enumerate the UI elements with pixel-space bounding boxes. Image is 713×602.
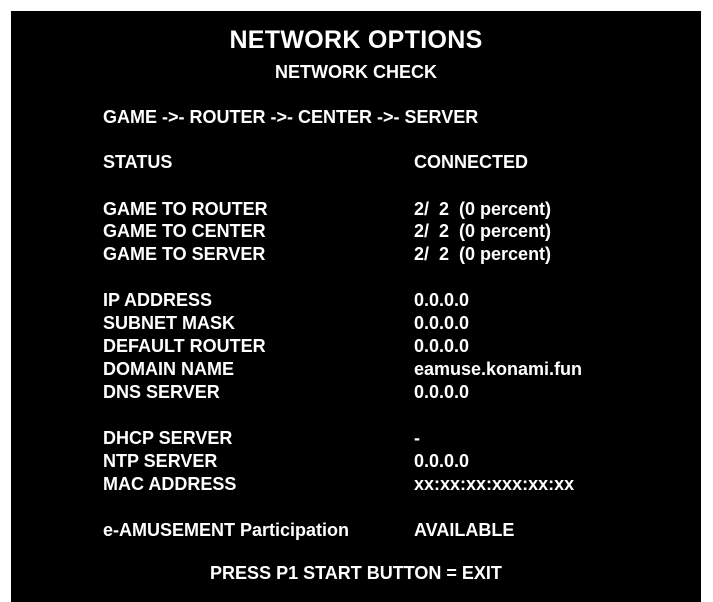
default-router-label: DEFAULT ROUTER [103,336,266,356]
mac-address-row: MAC ADDRESS xx:xx:xx:xxx:xx:xx [11,473,701,496]
ntp-server-value: 0.0.0.0 [414,451,470,471]
domain-name-label: DOMAIN NAME [103,359,234,379]
dns-server-value: 0.0.0.0 [414,382,470,402]
status-value: CONNECTED [414,152,529,172]
network-path: GAME ->- ROUTER ->- CENTER ->- SERVER [103,107,479,127]
game-to-server-row: GAME TO SERVER 2/ 2 (0 percent) [11,243,701,266]
default-router-row: DEFAULT ROUTER 0.0.0.0 [11,335,701,358]
status-label: STATUS [103,152,173,172]
dhcp-server-label: DHCP SERVER [103,428,233,448]
status-row: STATUS CONNECTED [11,151,701,174]
subnet-mask-value: 0.0.0.0 [414,313,470,333]
domain-name-row: DOMAIN NAME eamuse.konami.fun [11,358,701,381]
game-to-center-row: GAME TO CENTER 2/ 2 (0 percent) [11,220,701,243]
subnet-mask-label: SUBNET MASK [103,313,236,333]
dhcp-server-row: DHCP SERVER - [11,427,701,450]
game-to-center-value: 2/ 2 (0 percent) [414,221,552,241]
exit-instruction: PRESS P1 START BUTTON = EXIT [210,563,502,583]
dns-server-row: DNS SERVER 0.0.0.0 [11,381,701,404]
network-options-screen: NETWORK OPTIONS NETWORK CHECK GAME ->- R… [11,11,701,602]
dhcp-server-value: - [414,428,420,448]
mac-address-label: MAC ADDRESS [103,474,237,494]
ip-address-row: IP ADDRESS 0.0.0.0 [11,289,701,312]
participation-label: e-AMUSEMENT Participation [103,520,350,540]
screen-title: NETWORK OPTIONS [229,26,483,54]
mac-address-value: xx:xx:xx:xxx:xx:xx [414,474,575,494]
ntp-server-row: NTP SERVER 0.0.0.0 [11,450,701,473]
participation-value: AVAILABLE [414,520,515,540]
ntp-server-label: NTP SERVER [103,451,218,471]
game-to-router-label: GAME TO ROUTER [103,199,268,219]
screen-subtitle: NETWORK CHECK [275,62,437,82]
subnet-mask-row: SUBNET MASK 0.0.0.0 [11,312,701,335]
default-router-value: 0.0.0.0 [414,336,470,356]
game-to-router-value: 2/ 2 (0 percent) [414,199,552,219]
game-to-server-value: 2/ 2 (0 percent) [414,244,552,264]
game-to-router-row: GAME TO ROUTER 2/ 2 (0 percent) [11,198,701,221]
domain-name-value: eamuse.konami.fun [414,359,583,379]
ip-address-label: IP ADDRESS [103,290,213,310]
game-to-server-label: GAME TO SERVER [103,244,266,264]
ip-address-value: 0.0.0.0 [414,290,470,310]
dns-server-label: DNS SERVER [103,382,220,402]
game-to-center-label: GAME TO CENTER [103,221,266,241]
participation-row: e-AMUSEMENT Participation AVAILABLE [11,519,701,542]
